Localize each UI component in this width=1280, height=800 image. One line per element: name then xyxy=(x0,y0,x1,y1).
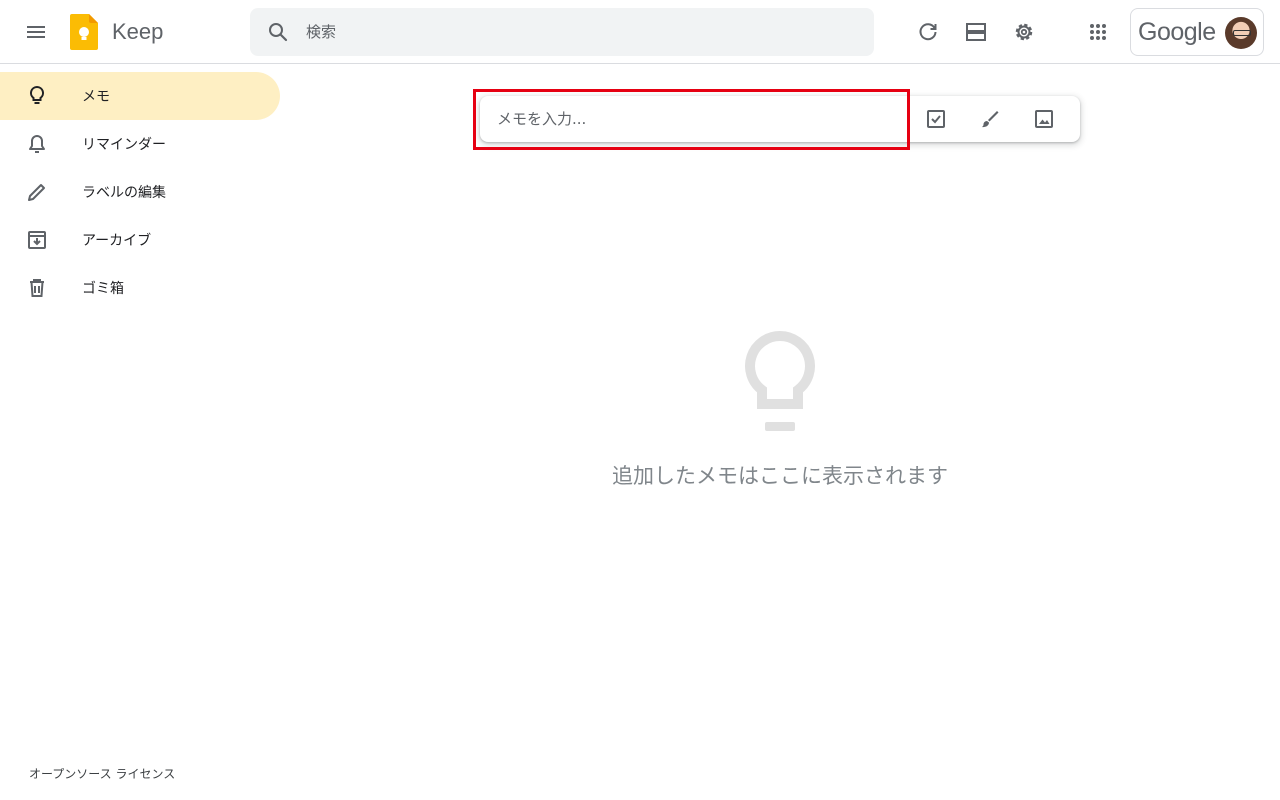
sidebar-item-reminders[interactable]: リマインダー xyxy=(0,120,280,168)
lightbulb-icon xyxy=(745,330,815,431)
trash-icon xyxy=(30,279,44,297)
google-logo-text: Google xyxy=(1138,17,1216,46)
archive-icon xyxy=(28,231,46,249)
sidebar: メモ リマインダー ラベルの編集 アーカイブ ゴミ箱 xyxy=(0,72,280,312)
open-source-licenses-link[interactable]: オープンソース ライセンス xyxy=(29,765,175,782)
top-bar: Keep 検索 Google xyxy=(0,0,1280,64)
sidebar-item-edit-labels[interactable]: ラベルの編集 xyxy=(0,168,280,216)
settings-button[interactable] xyxy=(1000,8,1048,56)
lightbulb-icon xyxy=(29,85,45,104)
search-icon xyxy=(269,23,288,42)
sidebar-item-label: ゴミ箱 xyxy=(82,281,124,297)
sidebar-item-label: メモ xyxy=(82,89,110,105)
new-drawing-button[interactable] xyxy=(967,96,1013,142)
account-switcher[interactable]: Google xyxy=(1130,8,1264,56)
list-view-button[interactable] xyxy=(952,8,1000,56)
settings-icon xyxy=(1015,23,1033,41)
empty-state: 追加したメモはここに表示されます xyxy=(540,330,1020,490)
list-view-icon xyxy=(966,23,986,41)
sidebar-item-label: ラベルの編集 xyxy=(82,185,166,201)
brush-icon xyxy=(982,111,999,128)
empty-state-message: 追加したメモはここに表示されます xyxy=(612,464,948,488)
checkbox-icon xyxy=(927,110,945,128)
sidebar-item-notes[interactable]: メモ xyxy=(0,72,280,120)
refresh-button[interactable] xyxy=(904,8,952,56)
note-input[interactable] xyxy=(480,96,900,142)
menu-icon xyxy=(27,26,45,38)
sidebar-item-label: アーカイブ xyxy=(82,233,152,249)
main-menu-button[interactable] xyxy=(12,8,60,56)
search-button[interactable] xyxy=(250,8,306,56)
refresh-icon xyxy=(919,23,937,41)
search-bar[interactable] xyxy=(250,8,874,56)
sidebar-item-trash[interactable]: ゴミ箱 xyxy=(0,264,280,312)
note-composer[interactable] xyxy=(480,96,1080,142)
apps-icon xyxy=(1090,24,1106,40)
image-icon xyxy=(1035,110,1053,128)
apps-button[interactable] xyxy=(1074,8,1122,56)
app-title[interactable]: Keep xyxy=(112,18,163,46)
sidebar-item-archive[interactable]: アーカイブ xyxy=(0,216,280,264)
search-input[interactable] xyxy=(306,23,846,41)
keep-logo[interactable] xyxy=(70,14,98,50)
new-image-button[interactable] xyxy=(1021,96,1067,142)
bell-icon xyxy=(29,135,45,153)
sidebar-item-label: リマインダー xyxy=(82,137,166,153)
pencil-icon xyxy=(28,184,45,201)
avatar[interactable] xyxy=(1225,17,1257,49)
new-list-button[interactable] xyxy=(913,96,959,142)
